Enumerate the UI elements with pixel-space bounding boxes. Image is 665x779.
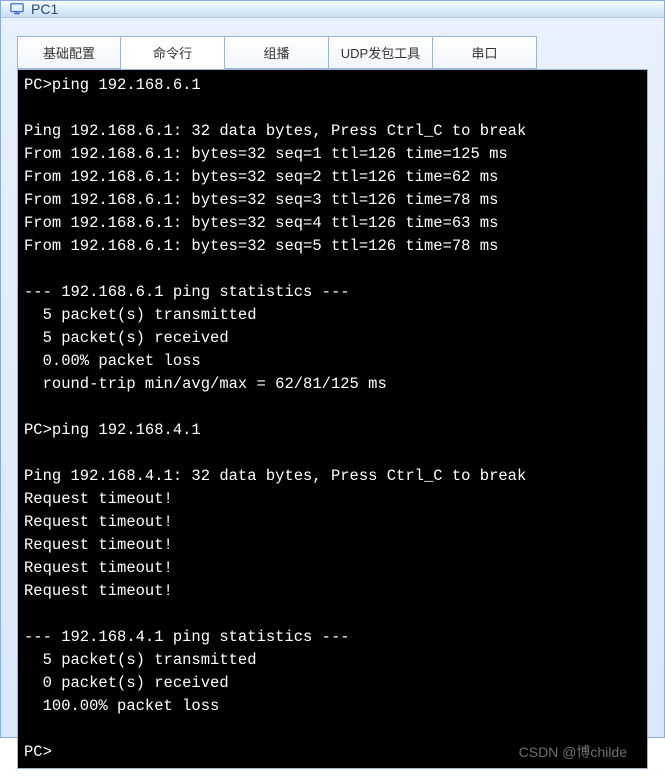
app-window: PC1 基础配置 命令行 组播 UDP发包工具 串口 PC>ping 192.1… — [0, 0, 665, 738]
tab-bar: 基础配置 命令行 组播 UDP发包工具 串口 — [17, 36, 648, 69]
tab-multicast[interactable]: 组播 — [225, 36, 329, 69]
tab-basic-config[interactable]: 基础配置 — [17, 36, 121, 69]
terminal-frame: PC>ping 192.168.6.1 Ping 192.168.6.1: 32… — [17, 69, 648, 769]
tab-command-line[interactable]: 命令行 — [121, 36, 225, 69]
tab-label: 组播 — [263, 46, 289, 61]
titlebar[interactable]: PC1 — [1, 1, 664, 18]
tab-label: 命令行 — [153, 46, 192, 61]
tab-label: 串口 — [471, 46, 497, 61]
tab-label: UDP发包工具 — [341, 46, 420, 61]
tab-serial[interactable]: 串口 — [433, 36, 537, 69]
tab-label: 基础配置 — [43, 46, 95, 61]
pc-icon — [9, 1, 25, 17]
tab-udp-tool[interactable]: UDP发包工具 — [329, 36, 433, 69]
window-title: PC1 — [31, 1, 58, 17]
terminal[interactable]: PC>ping 192.168.6.1 Ping 192.168.6.1: 32… — [18, 70, 647, 768]
content-area: 基础配置 命令行 组播 UDP发包工具 串口 PC>ping 192.168.6… — [1, 18, 664, 779]
